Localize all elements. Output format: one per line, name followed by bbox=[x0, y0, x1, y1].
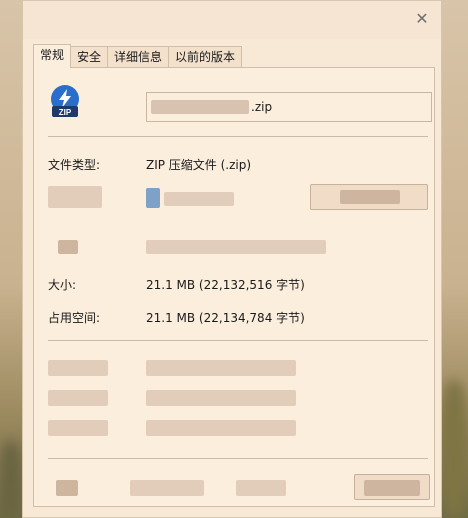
zip-archive-icon: ZIP bbox=[51, 85, 79, 117]
app-icon bbox=[146, 188, 160, 208]
title-bar: ✕ bbox=[23, 1, 441, 39]
divider bbox=[48, 136, 428, 137]
tab-previous-versions[interactable]: 以前的版本 bbox=[168, 46, 243, 68]
redacted-accessed-value bbox=[146, 420, 296, 436]
redacted-app-name bbox=[164, 192, 234, 206]
redacted-button-label bbox=[340, 190, 400, 204]
tab-general[interactable]: 常规 bbox=[33, 44, 72, 68]
redacted-label bbox=[48, 186, 102, 208]
redacted-attribute-readonly[interactable] bbox=[130, 480, 204, 496]
general-panel: ZIP .zip 文件类型: ZIP 压缩文件 (.zip) 大小: 21.1 … bbox=[33, 67, 435, 507]
file-extension: .zip bbox=[251, 100, 273, 114]
redacted-created-value bbox=[146, 360, 296, 376]
redacted-modified-value bbox=[146, 390, 296, 406]
redacted-location-value bbox=[146, 240, 326, 254]
size-label: 大小: bbox=[48, 278, 77, 292]
zip-icon-label: ZIP bbox=[59, 108, 72, 117]
redacted-accessed-label bbox=[48, 420, 108, 436]
tab-details[interactable]: 详细信息 bbox=[107, 46, 170, 68]
size-on-disk-label: 占用空间: bbox=[48, 311, 101, 325]
desktop-blur bbox=[440, 380, 468, 518]
properties-dialog: ✕ 常规 安全 详细信息 以前的版本 ZIP .zip 文件类型: ZIP 压缩… bbox=[22, 0, 442, 518]
redacted-modified-label bbox=[48, 390, 108, 406]
desktop-blur bbox=[0, 440, 22, 518]
size-on-disk-value: 21.1 MB (22,134,784 字节) bbox=[146, 311, 305, 325]
redacted-attribute-hidden[interactable] bbox=[236, 480, 286, 496]
close-icon[interactable]: ✕ bbox=[409, 7, 435, 29]
redacted-button-label bbox=[364, 480, 420, 496]
file-name-input[interactable]: .zip bbox=[146, 92, 432, 122]
divider bbox=[48, 458, 428, 459]
file-type-value: ZIP 压缩文件 (.zip) bbox=[146, 158, 252, 172]
file-type-label: 文件类型: bbox=[48, 158, 101, 172]
redacted-label bbox=[58, 240, 78, 254]
redacted-file-name bbox=[151, 100, 249, 114]
tab-strip: 常规 安全 详细信息 以前的版本 bbox=[33, 44, 243, 68]
divider bbox=[48, 340, 428, 341]
redacted-attributes-label bbox=[56, 480, 78, 496]
size-value: 21.1 MB (22,132,516 字节) bbox=[146, 278, 305, 292]
redacted-created-label bbox=[48, 360, 108, 376]
tab-security[interactable]: 安全 bbox=[70, 46, 109, 68]
